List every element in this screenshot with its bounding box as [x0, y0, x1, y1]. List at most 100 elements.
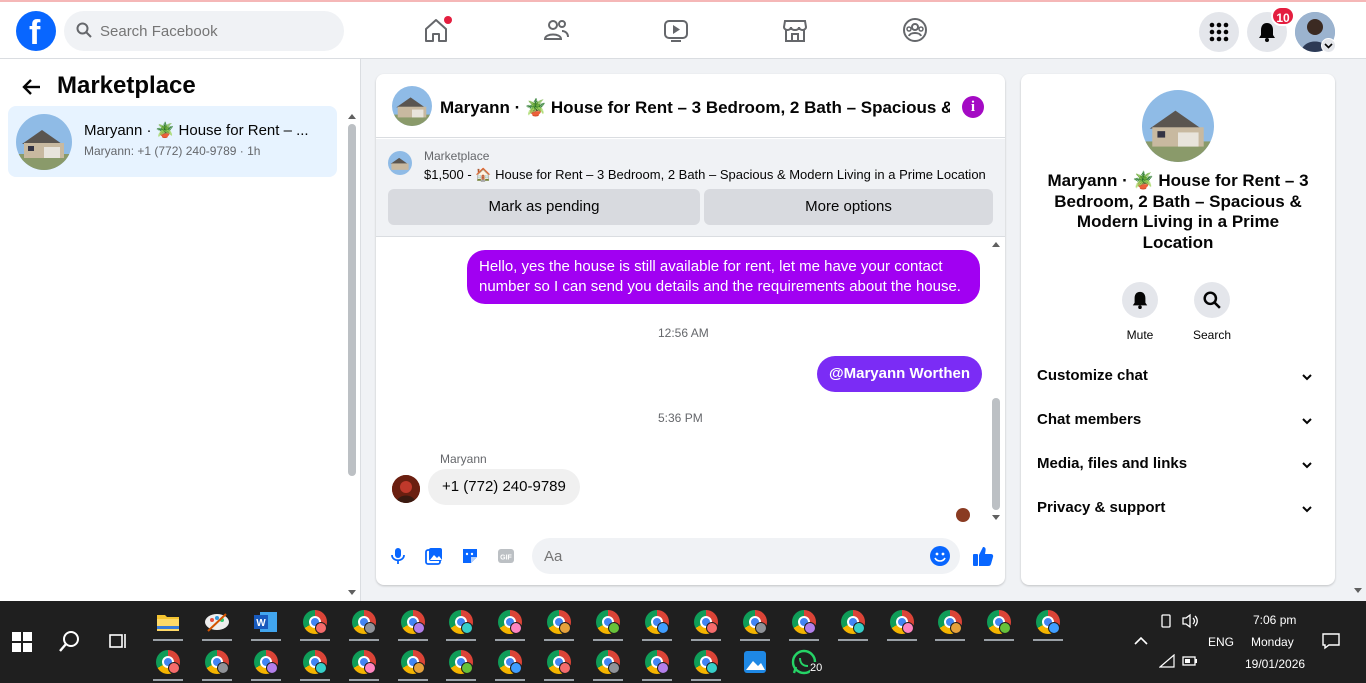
scroll-down-arrow-icon[interactable]: [347, 589, 357, 597]
chat-scrollbar-thumb[interactable]: [992, 398, 1000, 510]
chrome-taskbar-icon[interactable]: [783, 603, 825, 641]
chrome-taskbar-icon[interactable]: [294, 643, 336, 681]
top-navigation: f 10: [0, 0, 1366, 59]
mute-label: Mute: [1126, 328, 1154, 342]
chrome-taskbar-icon[interactable]: [881, 603, 923, 641]
details-title: Maryann · 🪴 House for Rent – 3 Bedroom, …: [1047, 171, 1309, 252]
groups-icon[interactable]: [901, 16, 929, 44]
chat-avatar[interactable]: [392, 86, 432, 126]
chrome-taskbar-icon[interactable]: [636, 643, 678, 681]
chevron-down-icon: [1301, 503, 1313, 515]
marketplace-inbox-panel: Marketplace Maryann · 🪴 House for Rent –…: [0, 59, 361, 601]
chrome-taskbar-icon[interactable]: [636, 603, 678, 641]
customize-chat-row[interactable]: Customize chat: [1037, 367, 1319, 391]
wifi-icon[interactable]: [1159, 654, 1175, 668]
outgoing-message[interactable]: Hello, yes the house is still available …: [467, 250, 980, 304]
facebook-logo-icon[interactable]: f: [16, 11, 56, 52]
more-options-button[interactable]: More options: [704, 189, 993, 225]
battery-icon[interactable]: [1181, 654, 1199, 668]
chrome-taskbar-icon[interactable]: [538, 643, 580, 681]
conversation-item[interactable]: Maryann · 🪴 House for Rent – ... Maryann…: [8, 106, 337, 177]
search-input[interactable]: [100, 11, 330, 51]
left-scrollbar-thumb[interactable]: [348, 124, 356, 476]
like-icon[interactable]: [972, 545, 994, 567]
seen-avatar: [956, 508, 970, 522]
chrome-taskbar-icon[interactable]: [734, 603, 776, 641]
section-label: Customize chat: [1037, 367, 1148, 384]
chrome-taskbar-icon[interactable]: [587, 603, 629, 641]
chrome-taskbar-icon[interactable]: [392, 603, 434, 641]
message-input[interactable]: [544, 538, 924, 574]
mention-message[interactable]: @Maryann Worthen: [817, 356, 983, 392]
chrome-taskbar-icon[interactable]: [343, 603, 385, 641]
chrome-taskbar-icon[interactable]: [440, 643, 482, 681]
sender-avatar[interactable]: [392, 475, 420, 503]
incoming-message[interactable]: +1 (772) 240-9789: [428, 469, 580, 505]
gif-icon[interactable]: GIF: [497, 547, 515, 565]
chrome-taskbar-icon[interactable]: [489, 643, 531, 681]
media-files-links-row[interactable]: Media, files and links: [1037, 455, 1319, 479]
emoji-icon[interactable]: [930, 546, 950, 566]
clock-time[interactable]: 7:06 pm: [1253, 613, 1296, 627]
clock-day[interactable]: Monday: [1251, 635, 1294, 649]
chrome-taskbar-icon[interactable]: [489, 603, 531, 641]
privacy-support-row[interactable]: Privacy & support: [1037, 499, 1319, 523]
timestamp: 12:56 AM: [658, 326, 709, 340]
chrome-taskbar-icon[interactable]: [929, 603, 971, 641]
task-view-icon[interactable]: [108, 631, 128, 651]
mute-action[interactable]: Mute: [1110, 282, 1170, 342]
mark-as-pending-button[interactable]: Mark as pending: [388, 189, 700, 225]
chrome-taskbar-icon[interactable]: [685, 603, 727, 641]
volume-icon[interactable]: [1181, 613, 1199, 629]
chrome-taskbar-icon[interactable]: [196, 643, 238, 681]
windows-start-icon[interactable]: [12, 632, 32, 652]
chevron-down-icon[interactable]: [1321, 38, 1336, 53]
page-scrollbar[interactable]: [1352, 59, 1364, 601]
action-center-icon[interactable]: [1322, 632, 1340, 650]
info-icon[interactable]: i: [962, 96, 984, 118]
language-indicator[interactable]: ENG: [1208, 635, 1234, 649]
chrome-taskbar-icon[interactable]: [147, 643, 189, 681]
word-icon[interactable]: W: [245, 603, 287, 641]
clock-date[interactable]: 19/01/2026: [1245, 657, 1305, 671]
paint-icon[interactable]: [196, 603, 238, 641]
chrome-taskbar-icon[interactable]: [538, 603, 580, 641]
search-action[interactable]: Search: [1182, 282, 1242, 342]
message-input-box[interactable]: [532, 538, 960, 574]
chrome-taskbar-icon[interactable]: [440, 603, 482, 641]
video-icon[interactable]: [662, 16, 690, 44]
file-explorer-icon[interactable]: [147, 603, 189, 641]
chrome-taskbar-icon[interactable]: [1027, 603, 1069, 641]
chat-title[interactable]: Maryann · 🪴 House for Rent – 3 Bedroom, …: [440, 98, 950, 118]
chrome-taskbar-icon[interactable]: [685, 643, 727, 681]
chat-scrollbar[interactable]: [990, 240, 1002, 524]
listing-line[interactable]: $1,500 - 🏠 House for Rent – 3 Bedroom, 2…: [424, 167, 986, 183]
chrome-taskbar-icon[interactable]: [392, 643, 434, 681]
chevron-down-icon: [1301, 415, 1313, 427]
back-arrow-icon[interactable]: [22, 77, 42, 97]
device-icon[interactable]: [1159, 614, 1173, 628]
photos-icon[interactable]: [734, 643, 776, 681]
show-hidden-icons-icon[interactable]: [1134, 636, 1148, 646]
microphone-icon[interactable]: [390, 547, 406, 565]
chrome-taskbar-icon[interactable]: [978, 603, 1020, 641]
chevron-down-icon: [1301, 371, 1313, 383]
left-scrollbar[interactable]: [347, 112, 357, 529]
menu-button[interactable]: [1199, 12, 1239, 52]
listing-avatar[interactable]: [1142, 90, 1214, 162]
message-list: Hello, yes the house is still available …: [376, 238, 1005, 525]
sticker-icon[interactable]: [461, 547, 479, 565]
chrome-taskbar-icon[interactable]: [343, 643, 385, 681]
marketplace-icon[interactable]: [781, 16, 809, 44]
photo-icon[interactable]: [425, 547, 443, 565]
search-box[interactable]: [64, 11, 344, 51]
chrome-taskbar-icon[interactable]: [832, 603, 874, 641]
friends-icon[interactable]: [542, 16, 570, 44]
chrome-taskbar-icon[interactable]: [245, 643, 287, 681]
chat-members-row[interactable]: Chat members: [1037, 411, 1319, 435]
chrome-taskbar-icon[interactable]: [294, 603, 336, 641]
search-label: Search: [1192, 328, 1232, 342]
taskbar-search-icon[interactable]: [58, 629, 82, 653]
listing-thumbnail[interactable]: [388, 151, 412, 175]
chrome-taskbar-icon[interactable]: [587, 643, 629, 681]
